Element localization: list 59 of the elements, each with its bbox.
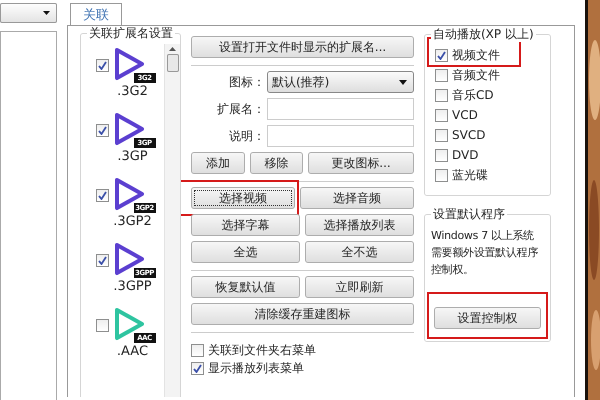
- group-title: 设置默认程序: [431, 206, 507, 222]
- button[interactable]: 清除缓存重建图标: [191, 303, 414, 325]
- tab[interactable]: 关联: [70, 3, 122, 25]
- input-field[interactable]: [267, 98, 414, 120]
- button[interactable]: 选择播放列表: [305, 214, 414, 236]
- field-label: 扩展名：: [216, 101, 265, 118]
- button[interactable]: 设置控制权: [434, 307, 541, 329]
- button[interactable]: 添加: [191, 152, 245, 174]
- checkbox[interactable]: [435, 148, 448, 162]
- option-label: DVD: [452, 147, 478, 164]
- caret-icon: [399, 80, 407, 84]
- extension-label: .3GPP: [113, 279, 152, 294]
- input-field[interactable]: [267, 125, 414, 147]
- option-label: VCD: [452, 107, 478, 124]
- extension-label: .AAC: [116, 344, 148, 359]
- option-label: SVCD: [452, 127, 486, 144]
- field-label: 说明：: [228, 128, 265, 145]
- button[interactable]: 选择音频: [300, 187, 414, 209]
- checkbox[interactable]: [435, 68, 448, 82]
- icon-select[interactable]: 默认(推荐): [267, 71, 414, 93]
- scroll-up-icon: [169, 47, 176, 51]
- scrollbar[interactable]: [164, 44, 180, 397]
- extension-label: .3G2: [117, 84, 148, 99]
- button[interactable]: 恢复默认值: [191, 276, 300, 298]
- button[interactable]: 全不选: [305, 241, 414, 263]
- description-text: Windows 7 以上系统需要额外设置默认程序控制权。: [431, 228, 540, 278]
- checkbox[interactable]: [96, 188, 108, 202]
- checkbox[interactable]: [191, 344, 204, 356]
- option-label: 关联到文件夹右菜单: [208, 342, 316, 358]
- option-label: 蓝光碟: [452, 167, 488, 184]
- option-label: 音频文件: [452, 67, 500, 84]
- button[interactable]: 选择字幕: [191, 214, 300, 236]
- scroll-thumb[interactable]: [166, 54, 178, 72]
- option-label: 音乐CD: [452, 87, 494, 104]
- group-title: 自动播放(XP 以上): [431, 26, 536, 42]
- button[interactable]: 全选: [191, 241, 300, 263]
- button[interactable]: 更改图标...: [308, 152, 414, 174]
- checkbox[interactable]: [96, 124, 108, 136]
- option-label: 显示播放列表菜单: [208, 360, 304, 376]
- checkbox[interactable]: [435, 168, 448, 182]
- caret-icon: [43, 11, 50, 15]
- button[interactable]: 立即刷新: [305, 276, 414, 298]
- option-label: 视频文件: [452, 47, 500, 64]
- extension-label: .3GP: [117, 149, 148, 164]
- checkbox[interactable]: [96, 254, 108, 266]
- field-label: 图标：: [228, 74, 265, 91]
- checkbox[interactable]: [191, 362, 204, 374]
- button[interactable]: 选择视频: [191, 187, 295, 209]
- checkbox[interactable]: [435, 128, 448, 142]
- checkbox[interactable]: [435, 108, 448, 122]
- checkbox[interactable]: [96, 318, 108, 332]
- extension-label: .3GP2: [113, 214, 152, 229]
- checkbox[interactable]: [435, 48, 448, 62]
- dropdown[interactable]: [0, 3, 57, 23]
- group-title: 关联扩展名设置: [87, 26, 175, 41]
- checkbox[interactable]: [435, 88, 448, 102]
- checkbox[interactable]: [96, 58, 108, 72]
- button[interactable]: 移除: [250, 152, 303, 174]
- wide-button[interactable]: 设置打开文件时显示的扩展名...: [191, 36, 414, 58]
